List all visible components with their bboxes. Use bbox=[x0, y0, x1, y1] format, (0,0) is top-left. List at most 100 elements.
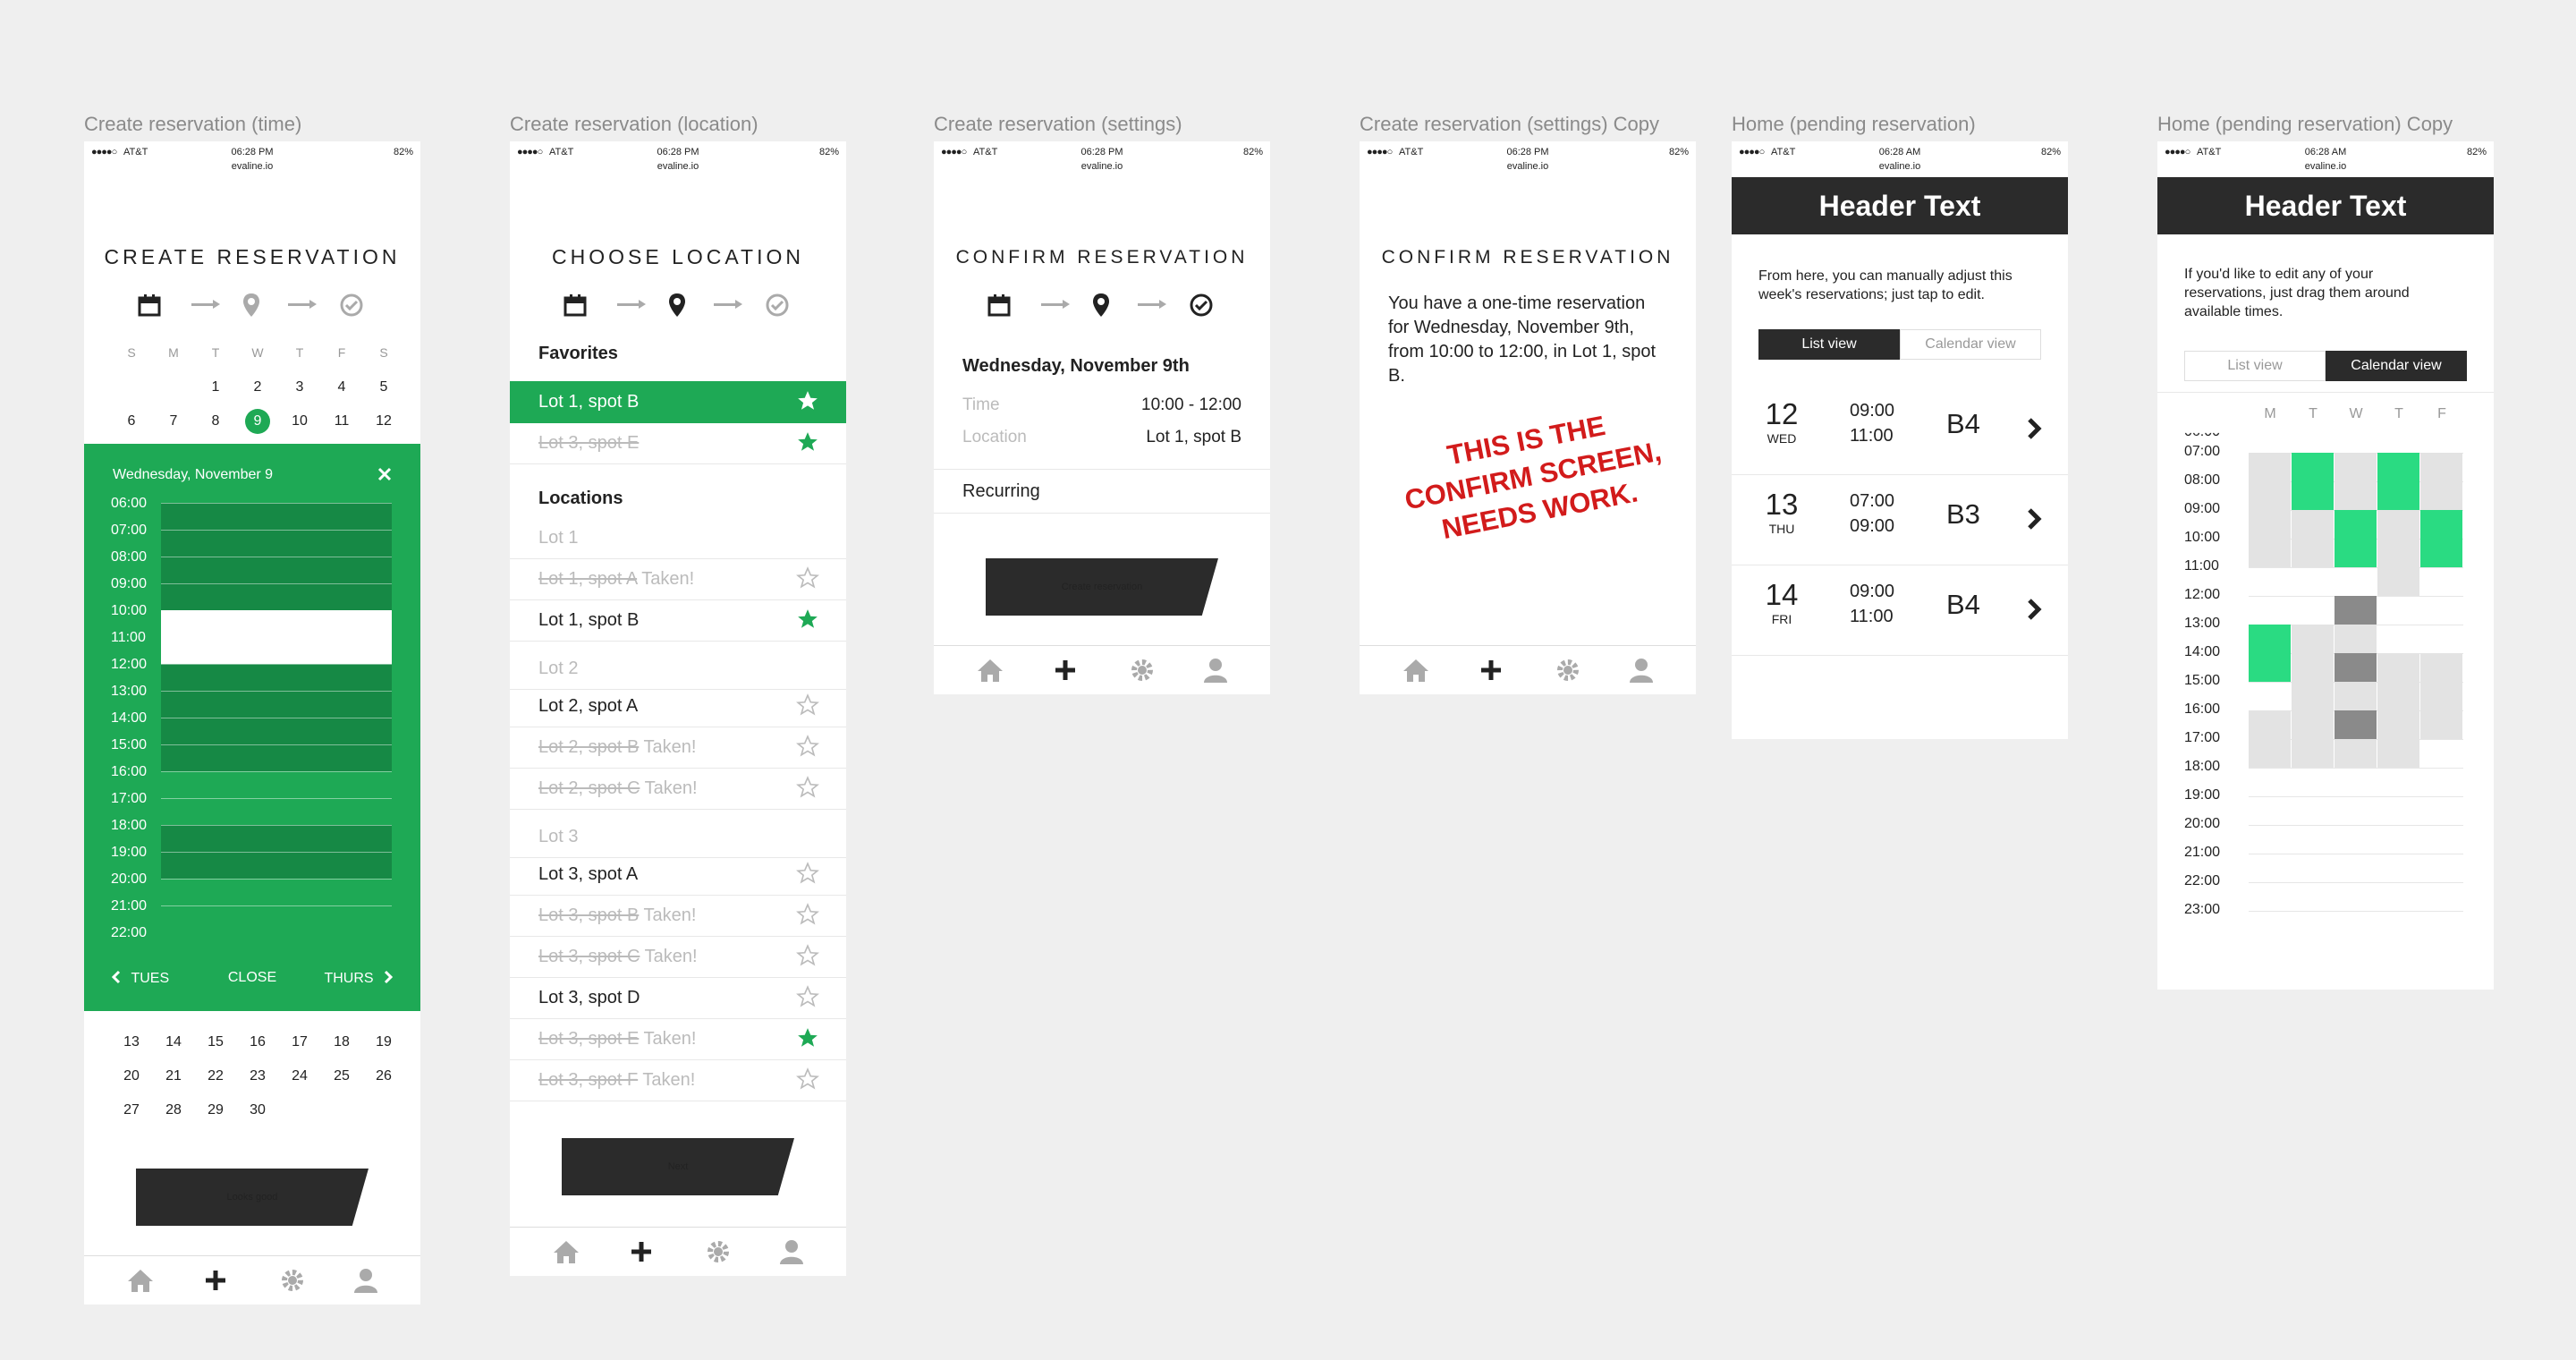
reservation-row[interactable]: 14 FRI 09:00 11:00 B4 bbox=[1732, 565, 2068, 656]
time-slot[interactable] bbox=[161, 583, 392, 610]
star-outline-icon[interactable] bbox=[796, 985, 819, 1008]
next-day-button[interactable]: THURS bbox=[324, 970, 394, 987]
calendar-day[interactable]: 3 bbox=[279, 379, 320, 395]
calendar-day[interactable]: 23 bbox=[237, 1068, 278, 1084]
spot-row[interactable]: Lot 1, spot A Taken! bbox=[510, 558, 846, 600]
star-filled-icon[interactable] bbox=[796, 608, 819, 631]
calendar-view-toggle[interactable]: Calendar view bbox=[1900, 329, 2041, 360]
calendar-slot[interactable] bbox=[2334, 453, 2377, 510]
calendar-slot[interactable] bbox=[2334, 510, 2377, 567]
calendar-slot[interactable] bbox=[2292, 625, 2334, 710]
calendar-day[interactable]: 6 bbox=[111, 413, 152, 429]
calendar-view-toggle[interactable]: Calendar view bbox=[2326, 351, 2467, 381]
plus-icon[interactable] bbox=[1476, 657, 1506, 684]
calendar-slot[interactable] bbox=[2377, 539, 2419, 596]
calendar-day[interactable]: 13 bbox=[111, 1034, 152, 1050]
gear-icon[interactable] bbox=[1127, 657, 1157, 684]
star-outline-icon[interactable] bbox=[796, 735, 819, 758]
calendar-slot[interactable] bbox=[2334, 653, 2377, 682]
time-slots[interactable] bbox=[161, 503, 392, 932]
gear-icon[interactable] bbox=[277, 1267, 308, 1294]
time-slot[interactable] bbox=[161, 610, 392, 637]
home-icon[interactable] bbox=[551, 1238, 581, 1265]
calendar-day[interactable]: 28 bbox=[153, 1102, 194, 1118]
spot-row[interactable]: Lot 3, spot B Taken! bbox=[510, 895, 846, 937]
user-icon[interactable] bbox=[1200, 657, 1231, 684]
calendar-day[interactable]: 25 bbox=[321, 1068, 362, 1084]
calendar-day[interactable]: 5 bbox=[363, 379, 404, 395]
time-slot[interactable] bbox=[161, 691, 392, 718]
calendar-slot[interactable] bbox=[2249, 453, 2291, 567]
location-pin-icon[interactable] bbox=[1086, 290, 1116, 320]
check-circle-icon[interactable] bbox=[1186, 290, 1216, 320]
calendar-slot[interactable] bbox=[2334, 710, 2377, 739]
chevron-right-icon[interactable] bbox=[2025, 598, 2043, 621]
user-icon[interactable] bbox=[776, 1238, 807, 1265]
star-filled-icon[interactable] bbox=[796, 389, 819, 412]
create-reservation-button[interactable]: Create reservation bbox=[986, 558, 1218, 616]
star-filled-icon[interactable] bbox=[796, 430, 819, 454]
list-view-toggle[interactable]: List view bbox=[2184, 351, 2326, 381]
time-slot[interactable] bbox=[161, 879, 392, 905]
calendar-slot[interactable] bbox=[2334, 682, 2377, 710]
time-slot[interactable] bbox=[161, 852, 392, 879]
spot-row[interactable]: Lot 1, spot B bbox=[510, 599, 846, 642]
calendar-slot[interactable] bbox=[2249, 625, 2291, 682]
star-outline-icon[interactable] bbox=[796, 566, 819, 590]
calendar-day[interactable]: 4 bbox=[321, 379, 362, 395]
chevron-right-icon[interactable] bbox=[2025, 417, 2043, 440]
week-calendar-grid[interactable]: 06:00 07:00 08:00 09:00 10:00 11:00 12:00 13:00… bbox=[2157, 433, 2494, 973]
location-pin-icon[interactable] bbox=[662, 290, 692, 320]
user-icon[interactable] bbox=[351, 1267, 381, 1294]
calendar-day[interactable]: 21 bbox=[153, 1068, 194, 1084]
calendar-slot[interactable] bbox=[2292, 510, 2334, 567]
spot-row[interactable]: Lot 2, spot A bbox=[510, 685, 846, 727]
time-slot[interactable] bbox=[161, 530, 392, 557]
gear-icon[interactable] bbox=[1553, 657, 1583, 684]
gear-icon[interactable] bbox=[703, 1238, 733, 1265]
calendar-day-selected[interactable]: 9 bbox=[237, 409, 278, 434]
star-outline-icon[interactable] bbox=[796, 862, 819, 885]
plus-icon[interactable] bbox=[1050, 657, 1080, 684]
spot-row[interactable]: Lot 2, spot C Taken! bbox=[510, 768, 846, 810]
location-pin-icon[interactable] bbox=[236, 290, 267, 320]
home-icon[interactable] bbox=[125, 1267, 156, 1294]
calendar-slot[interactable] bbox=[2420, 453, 2462, 510]
calendar-day[interactable]: 1 bbox=[195, 379, 236, 395]
home-icon[interactable] bbox=[1401, 657, 1431, 684]
calendar-day[interactable]: 20 bbox=[111, 1068, 152, 1084]
chevron-right-icon[interactable] bbox=[2025, 507, 2043, 531]
calendar-day[interactable]: 12 bbox=[363, 413, 404, 429]
star-outline-icon[interactable] bbox=[796, 776, 819, 799]
reservation-row[interactable]: 13 THU 07:00 09:00 B3 bbox=[1732, 475, 2068, 565]
star-outline-icon[interactable] bbox=[796, 903, 819, 926]
time-slot[interactable] bbox=[161, 557, 392, 583]
calendar-day[interactable]: 14 bbox=[153, 1034, 194, 1050]
calendar-day[interactable]: 17 bbox=[279, 1034, 320, 1050]
time-slot[interactable] bbox=[161, 771, 392, 798]
calendar-slot[interactable] bbox=[2334, 596, 2377, 625]
time-slot[interactable] bbox=[161, 798, 392, 825]
calendar-day[interactable]: 22 bbox=[195, 1068, 236, 1084]
calendar-slot[interactable] bbox=[2420, 510, 2462, 567]
calendar-slot[interactable] bbox=[2420, 653, 2462, 739]
star-outline-icon[interactable] bbox=[796, 693, 819, 717]
time-slot[interactable] bbox=[161, 637, 392, 664]
calendar-slot[interactable] bbox=[2377, 510, 2419, 539]
calendar-icon[interactable] bbox=[560, 290, 590, 320]
time-slot[interactable] bbox=[161, 825, 392, 852]
calendar-day[interactable]: 29 bbox=[195, 1102, 236, 1118]
calendar-day[interactable]: 18 bbox=[321, 1034, 362, 1050]
calendar-icon[interactable] bbox=[134, 290, 165, 320]
calendar-day[interactable]: 8 bbox=[195, 413, 236, 429]
looks-good-button[interactable]: Looks good bbox=[136, 1169, 369, 1226]
spot-row[interactable]: Lot 3, spot F Taken! bbox=[510, 1059, 846, 1101]
calendar-day[interactable]: 11 bbox=[321, 413, 362, 429]
calendar-slot[interactable] bbox=[2377, 453, 2419, 510]
time-slot[interactable] bbox=[161, 718, 392, 744]
calendar-day[interactable]: 26 bbox=[363, 1068, 404, 1084]
time-slot[interactable] bbox=[161, 503, 392, 530]
list-view-toggle[interactable]: List view bbox=[1758, 329, 1900, 360]
star-outline-icon[interactable] bbox=[796, 944, 819, 967]
time-slot[interactable] bbox=[161, 664, 392, 691]
